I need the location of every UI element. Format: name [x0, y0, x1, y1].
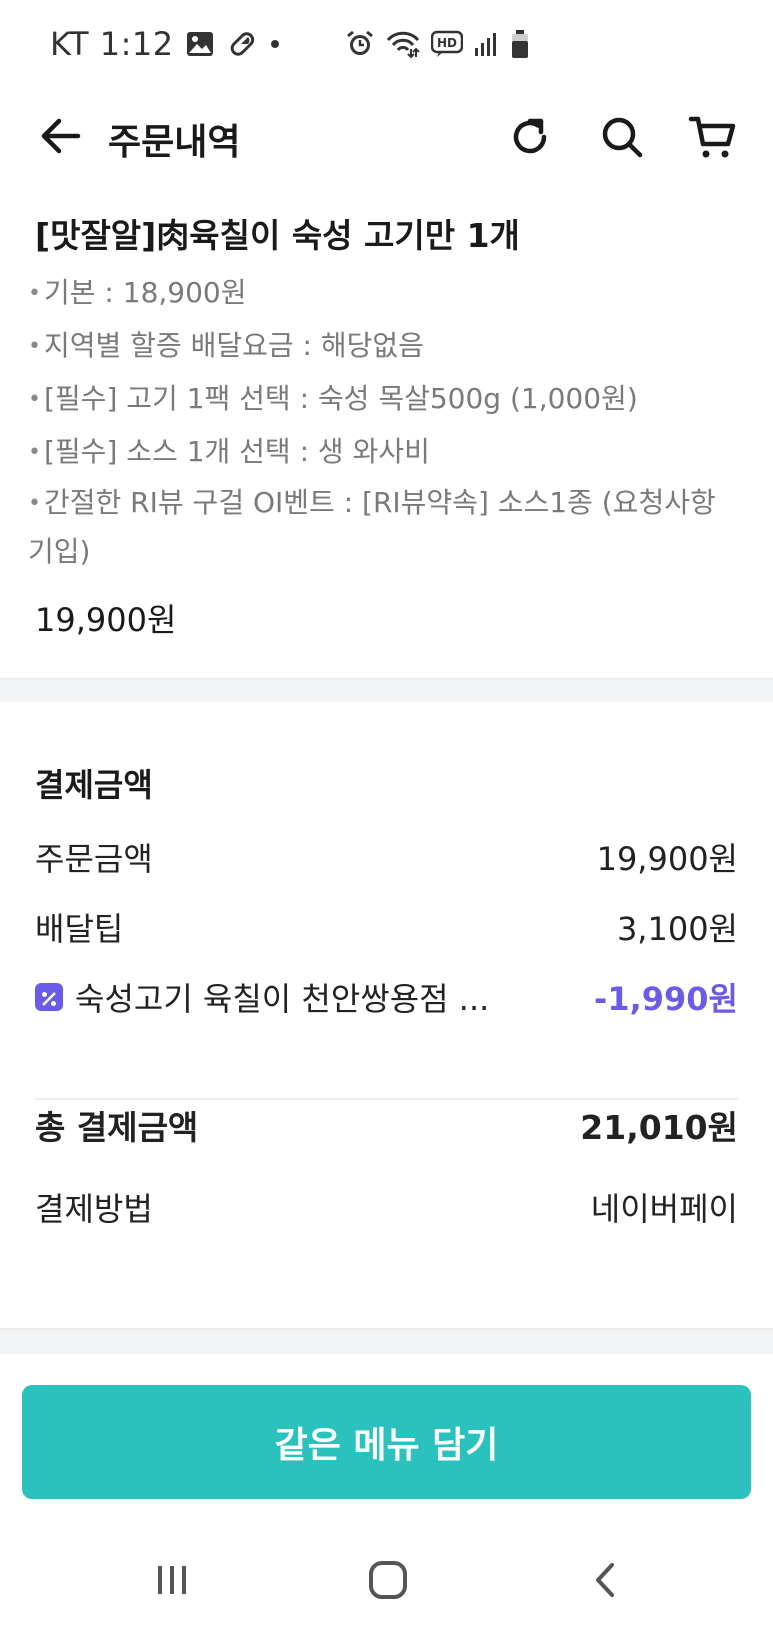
recent-apps-button[interactable] — [132, 1548, 212, 1612]
signal-icon — [473, 30, 499, 58]
order-amount-row: 주문금액 19,900원 — [35, 832, 738, 882]
option-line: • 기본 : 18,900원 — [28, 267, 743, 320]
alarm-icon — [345, 29, 375, 59]
page-title: 주문내역 — [108, 122, 241, 163]
battery-icon — [509, 29, 531, 59]
bullet-icon: • — [28, 334, 41, 359]
delivery-tip-value: 3,100원 — [616, 910, 738, 948]
bullet-icon: • — [28, 440, 41, 465]
system-nav-bar — [0, 1530, 773, 1632]
cart-button[interactable] — [684, 109, 740, 165]
delivery-tip-row: 배달팁 3,100원 — [35, 902, 738, 952]
payment-method-row: 결제방법 네이버페이 — [35, 1182, 738, 1232]
total-label: 총 결제금액 — [35, 1108, 199, 1147]
home-button[interactable] — [348, 1548, 428, 1612]
section-divider — [0, 1328, 773, 1354]
system-back-icon — [596, 1563, 614, 1597]
section-divider — [0, 678, 773, 702]
delivery-tip-label: 배달팁 — [35, 910, 124, 948]
carrier-time: KT 1:12 — [50, 25, 174, 63]
option-line: • 간절한 RI뷰 구걸 OI벤트 : [RI뷰약속] 소스1종 (요청사항 기입… — [28, 479, 743, 576]
home-icon — [369, 1561, 407, 1599]
payment-summary: 결제금액 주문금액 19,900원 배달팁 3,100원 숙성고기 육칠이 천안… — [0, 702, 773, 1328]
item-name: [맛잘알]肉육칠이 숙성 고기만 1개 — [35, 216, 520, 255]
total-row: 총 결제금액 21,010원 — [35, 1100, 738, 1150]
total-value: 21,010원 — [580, 1108, 738, 1147]
hd-icon: HD — [431, 30, 463, 58]
discount-label: 숙성고기 육칠이 천안쌍용점 ... — [75, 980, 490, 1018]
discount-row: 숙성고기 육칠이 천안쌍용점 ... -1,990원 — [35, 972, 738, 1022]
payment-method-label: 결제방법 — [35, 1190, 153, 1228]
refresh-button[interactable] — [502, 109, 558, 165]
reorder-same-menu-button[interactable]: 같은 메뉴 담기 — [22, 1385, 751, 1499]
section-title: 결제금액 — [35, 766, 153, 804]
option-text: 지역별 할증 배달요금 : 해당없음 — [44, 329, 424, 362]
order-amount-value: 19,900원 — [596, 840, 738, 878]
pill-icon — [226, 29, 256, 59]
option-text: [필수] 고기 1팩 선택 : 숙성 목살500g (1,000원) — [44, 382, 638, 415]
item-price: 19,900원 — [35, 601, 177, 639]
cart-icon — [688, 116, 736, 158]
discount-label-group: 숙성고기 육칠이 천안쌍용점 ... — [35, 974, 489, 1020]
option-text: 기본 : 18,900원 — [44, 276, 247, 309]
app-header: 주문내역 — [0, 95, 773, 179]
search-button[interactable] — [594, 109, 650, 165]
svg-text:HD: HD — [437, 36, 457, 50]
status-left: KT 1:12 — [50, 24, 282, 64]
status-right: HD — [345, 26, 531, 62]
status-bar: KT 1:12 HD — [0, 0, 773, 90]
discount-value: -1,990원 — [594, 980, 738, 1018]
recent-apps-icon — [158, 1566, 186, 1594]
dot-icon — [268, 37, 282, 51]
option-line: • 지역별 할증 배달요금 : 해당없음 — [28, 320, 743, 373]
refresh-icon — [513, 118, 547, 154]
bullet-icon: • — [28, 387, 41, 412]
discount-coupon-icon — [35, 983, 63, 1011]
bullet-icon: • — [28, 491, 41, 516]
option-list: • 기본 : 18,900원 • 지역별 할증 배달요금 : 해당없음 • [필수] … — [28, 267, 743, 576]
system-back-button[interactable] — [566, 1548, 646, 1612]
search-icon — [602, 117, 643, 158]
bullet-icon: • — [28, 281, 41, 306]
payment-method-value: 네이버페이 — [590, 1190, 738, 1228]
wifi-icon — [385, 29, 421, 59]
option-text: 간절한 RI뷰 구걸 OI벤트 : [RI뷰약속] 소스1종 (요청사항 기입) — [28, 486, 716, 568]
option-line: • [필수] 소스 1개 선택 : 생 와사비 — [28, 426, 743, 479]
order-amount-label: 주문금액 — [35, 840, 153, 878]
gallery-icon — [186, 31, 214, 57]
option-line: • [필수] 고기 1팩 선택 : 숙성 목살500g (1,000원) — [28, 373, 743, 426]
option-text: [필수] 소스 1개 선택 : 생 와사비 — [44, 435, 430, 468]
back-arrow-icon — [41, 118, 81, 154]
back-button[interactable] — [34, 109, 88, 163]
